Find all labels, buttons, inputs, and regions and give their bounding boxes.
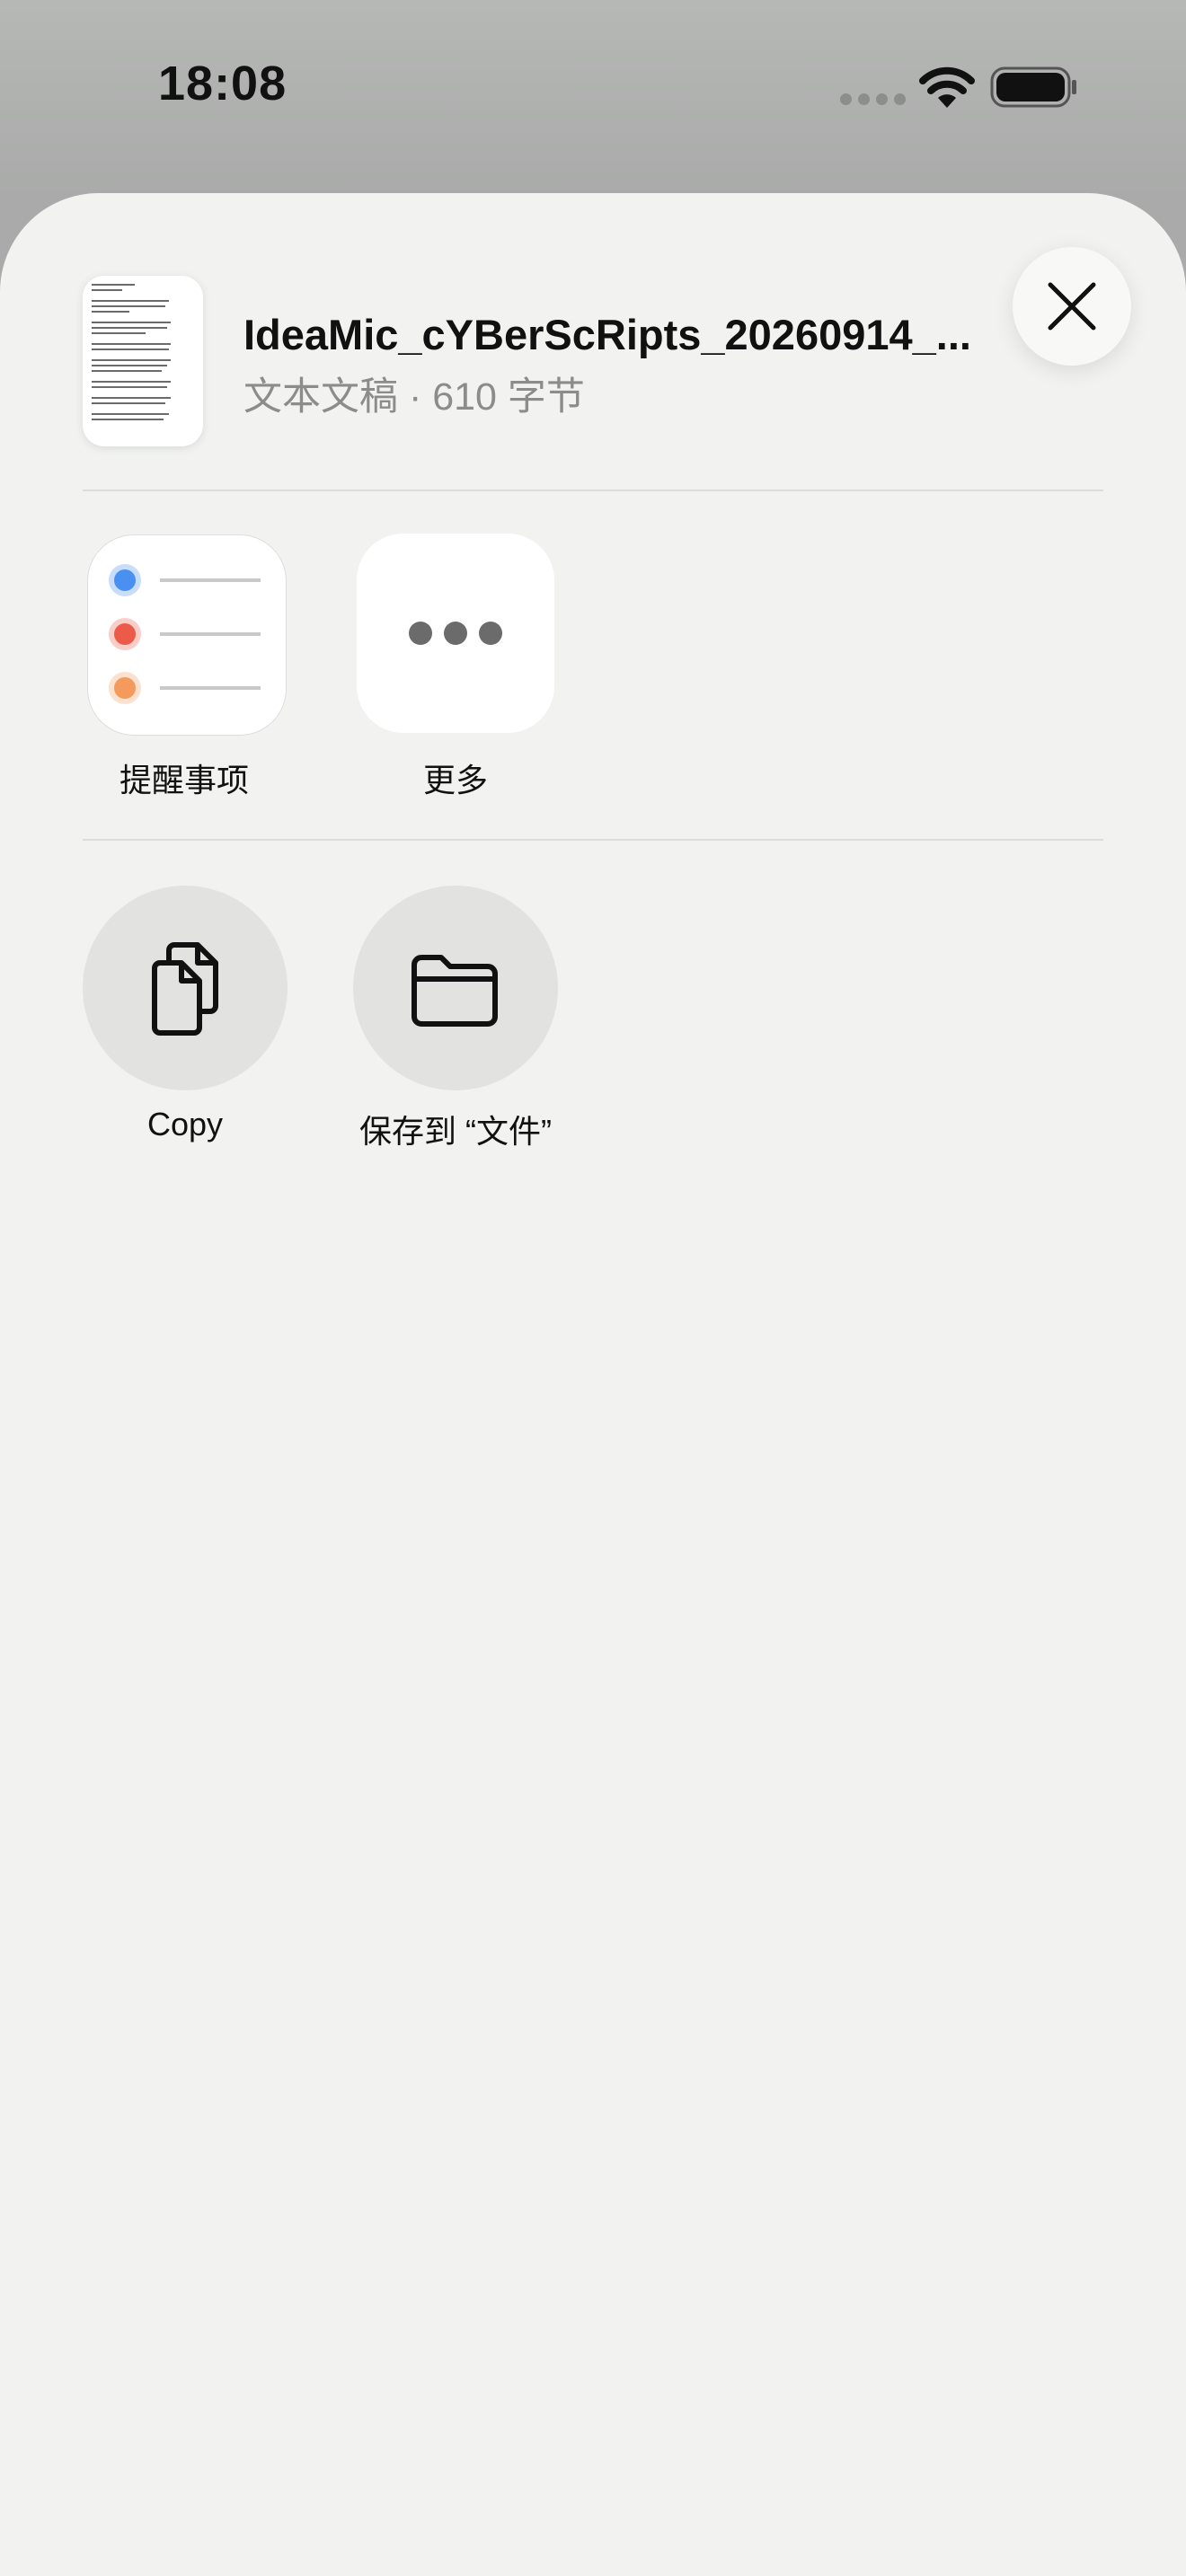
wifi-icon (919, 66, 975, 108)
apps-divider (83, 839, 1103, 841)
status-time: 18:08 (158, 57, 288, 110)
reminders-app-icon (109, 564, 261, 704)
app-reminders[interactable] (87, 534, 287, 736)
file-preview-thumbnail (83, 276, 203, 446)
file-name: IdeaMic_cYBerScRipts_20260914_... (243, 311, 971, 358)
folder-icon (412, 955, 498, 1027)
copy-button[interactable] (83, 886, 288, 1090)
document-preview-lines (92, 284, 171, 420)
copy-label: Copy (146, 1106, 224, 1142)
close-icon (1048, 282, 1096, 331)
app-more-label: 更多 (422, 762, 488, 798)
app-reminders-label: 提醒事项 (119, 762, 249, 798)
status-bar: 18:08 (0, 0, 1186, 189)
save-to-files-button[interactable] (353, 886, 558, 1090)
cellular-signal-icon (840, 93, 912, 106)
header-divider (83, 490, 1103, 491)
copy-documents-icon (152, 942, 218, 1036)
share-sheet: IdeaMic_cYBerScRipts_20260914_... 文本文稿 ·… (0, 193, 1186, 2576)
close-button[interactable] (1013, 247, 1131, 366)
battery-icon (990, 66, 1076, 108)
save-to-files-label: 保存到 “文件” (359, 1113, 552, 1150)
app-more[interactable] (357, 534, 554, 733)
file-meta: 文本文稿 · 610 字节 (243, 375, 585, 419)
more-ellipsis-icon (409, 622, 502, 645)
